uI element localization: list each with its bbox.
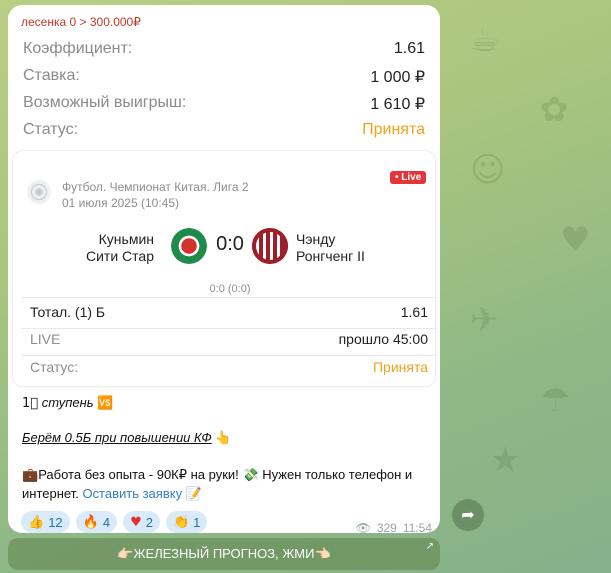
divider — [21, 297, 437, 298]
take-line: Берём 0.5Б при повышении КФ 👆 — [22, 429, 232, 448]
summary-label: Коэффициент: — [23, 40, 133, 57]
doodle-icon: ☺ — [470, 150, 506, 190]
doodle-icon: ☂ — [540, 380, 571, 420]
football-icon — [27, 180, 51, 204]
cta-button[interactable]: 👉🏻ЖЕЛЕЗНЫЙ ПРОГНОЗ, ЖМИ👈🏻 ↗ — [8, 538, 440, 570]
cta-label: 👉🏻ЖЕЛЕЗНЫЙ ПРОГНОЗ, ЖМИ👈🏻 — [117, 546, 331, 561]
bet-row-live: LIVE прошло 45:00 — [30, 331, 428, 351]
status-label: Статус: — [30, 359, 79, 375]
bet-row-status: Статус: Принята — [30, 359, 428, 379]
step-line: 1⃣ ступень 🆚 — [22, 394, 113, 413]
doodle-icon: ✈ — [470, 300, 499, 340]
briefcase-icon: 💼 — [22, 468, 39, 483]
live-label: LIVE — [30, 331, 61, 347]
reactions-bar: 👍 12 🔥 4 ♥ 2 👏 1 — [21, 511, 208, 533]
live-badge: • Live — [390, 171, 427, 184]
summary-label: Возможный выигрыш: — [23, 94, 187, 111]
summary-row-coefficient: Коэффициент: 1.61 — [23, 40, 425, 62]
half-score: 0:0 (0:0) — [209, 283, 251, 295]
apply-link[interactable]: Оставить заявку — [82, 486, 182, 501]
money-icon: 💸 — [242, 468, 259, 483]
external-link-icon: ↗ — [425, 541, 434, 552]
status-value: Принята — [362, 121, 425, 138]
team-away-line1: Чэнду — [296, 231, 336, 247]
bet-row-total: Тотал. (1) Б 1.61 — [30, 304, 428, 324]
doodle-icon: ✿ — [540, 90, 569, 130]
reaction-clap[interactable]: 👏 1 — [165, 511, 208, 533]
team-home-name: Куньмин Сити Стар — [86, 231, 154, 265]
divider — [21, 328, 437, 329]
summary-row-payout: Возможный выигрыш: 1 610 ₽ — [23, 94, 425, 116]
summary-row-stake: Ставка: 1 000 ₽ — [23, 67, 425, 89]
summary-value: 1.61 — [393, 40, 425, 57]
reaction-count: 4 — [102, 514, 111, 530]
match-score: 0:0 — [216, 233, 244, 255]
doodle-icon: ★ — [490, 440, 521, 480]
promo-line-2: Нужен только телефон и — [262, 467, 413, 482]
summary-label: Ставка: — [23, 67, 80, 84]
take-text: Берём 0.5Б при повышении КФ — [22, 430, 212, 445]
reaction-thumbs-up[interactable]: 👍 12 — [21, 511, 70, 533]
reaction-fire[interactable]: 🔥 4 — [75, 511, 118, 533]
reaction-count: 1 — [193, 514, 201, 530]
promo-line-3: интернет. — [22, 486, 79, 501]
reaction-count: 2 — [145, 514, 153, 530]
summary-value: 1 610 ₽ — [370, 96, 425, 113]
promo-text: 💼Работа без опыта - 90К₽ на руки! 💸 Нуже… — [22, 466, 432, 504]
share-icon: ➦ — [461, 507, 475, 524]
team-away-name: Чэнду Ронгченг II — [296, 231, 365, 265]
message-bubble: лесенка 0 > 300.000₽ Коэффициент: 1.61 С… — [8, 5, 440, 535]
message-header: лесенка 0 > 300.000₽ — [21, 15, 141, 29]
team-home-logo — [171, 228, 207, 264]
message-meta: 👁 329 11:54 — [356, 521, 432, 535]
doodle-icon: ☕ — [470, 20, 501, 60]
league-name: Футбол. Чемпионат Китая. Лига 2 — [62, 180, 249, 194]
team-home-line2: Сити Стар — [86, 248, 154, 264]
bet-label: Тотал. (1) Б — [30, 304, 106, 320]
promo-line-1: Работа без опыта - 90К₽ на руки! — [38, 467, 239, 482]
match-datetime: 01 июля 2025 (10:45) — [62, 196, 180, 210]
digit-one-icon: 1⃣ — [22, 396, 39, 411]
status-value: Принята — [372, 359, 428, 375]
team-home-line1: Куньмин — [98, 231, 154, 247]
memo-icon: 📝 — [185, 487, 202, 502]
team-away-line2: Ронгченг II — [296, 248, 365, 264]
eye-icon: 👁 — [355, 521, 371, 535]
elapsed-time: прошло 45:00 — [338, 331, 428, 347]
doodle-icon: ♥ — [560, 220, 591, 260]
message-time: 11:54 — [402, 521, 432, 535]
bet-value: 1.61 — [400, 304, 428, 320]
summary-label: Статус: — [23, 121, 79, 138]
cross-icon: 🆚 — [97, 396, 114, 411]
reaction-count: 12 — [48, 514, 63, 530]
team-away-logo — [252, 228, 288, 264]
fire-icon: 🔥 — [82, 514, 99, 530]
view-count: 329 — [376, 521, 397, 535]
summary-value: 1 000 ₽ — [370, 69, 425, 86]
step-text: ступень — [41, 395, 94, 410]
thumbs-up-icon: 👍 — [28, 514, 45, 530]
reaction-heart[interactable]: ♥ 2 — [123, 511, 160, 533]
heart-icon: ♥ — [130, 514, 142, 530]
divider — [21, 355, 437, 356]
league-info: Футбол. Чемпионат Китая. Лига 2 01 июля … — [62, 179, 249, 211]
clap-icon: 👏 — [172, 514, 190, 530]
pointing-up-icon: 👆 — [215, 431, 232, 446]
share-button[interactable]: ➦ — [452, 499, 484, 531]
summary-row-status: Статус: Принята — [23, 121, 425, 143]
